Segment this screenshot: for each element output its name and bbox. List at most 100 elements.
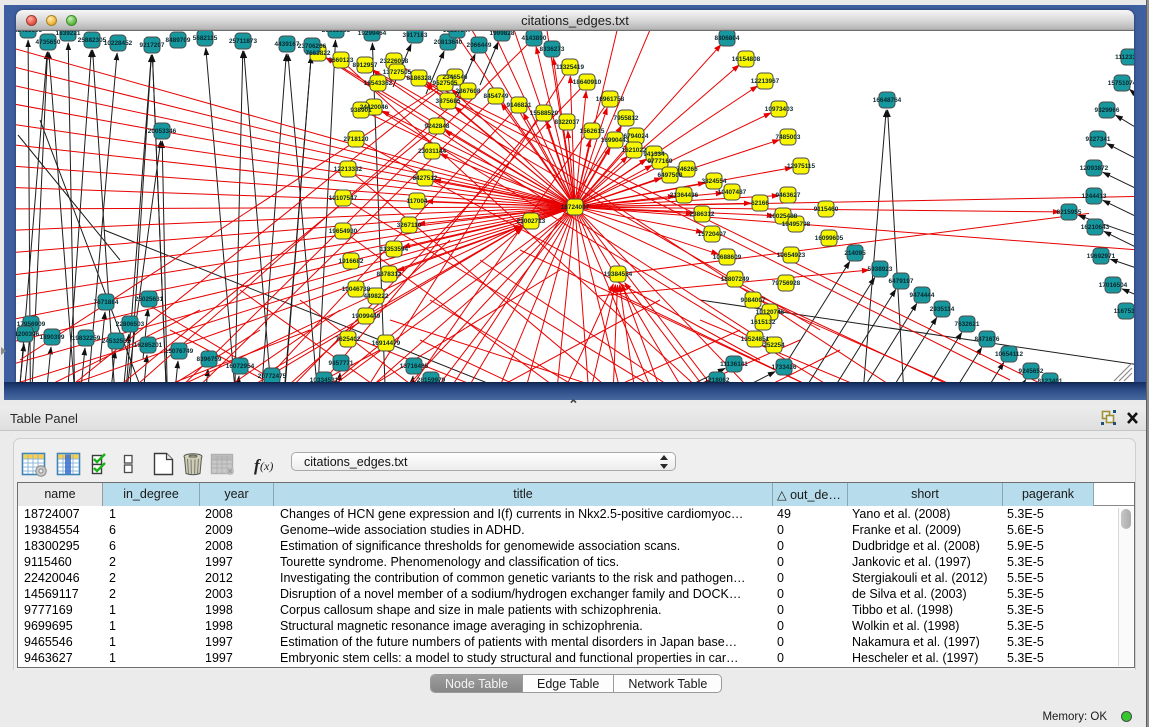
svg-text:16914479: 16914479 <box>372 340 401 347</box>
svg-text:4439167: 4439167 <box>275 41 300 48</box>
svg-text:7625402: 7625402 <box>336 336 361 343</box>
svg-text:1244413: 1244413 <box>1082 193 1107 200</box>
svg-text:79756928: 79756928 <box>772 280 801 287</box>
svg-text:7955812: 7955812 <box>614 115 639 122</box>
svg-text:24532561: 24532561 <box>102 338 131 345</box>
svg-text:1890399: 1890399 <box>40 334 65 341</box>
svg-text:20053346: 20053346 <box>148 128 177 135</box>
svg-text:12213967: 12213967 <box>751 78 780 85</box>
svg-text:10120746: 10120746 <box>756 309 785 316</box>
svg-text:8396759: 8396759 <box>197 356 222 363</box>
svg-text:9857771: 9857771 <box>329 360 354 367</box>
svg-text:6497508: 6497508 <box>658 172 683 179</box>
svg-text:15751074: 15751074 <box>1108 80 1134 87</box>
svg-text:25852685: 25852685 <box>322 31 351 34</box>
svg-text:8471676: 8471676 <box>975 336 1000 343</box>
svg-text:20772475: 20772475 <box>258 373 287 380</box>
svg-text:28159979: 28159979 <box>417 377 446 382</box>
svg-text:8123401: 8123401 <box>1038 378 1063 382</box>
svg-text:10334531: 10334531 <box>310 377 339 382</box>
svg-text:9146821: 9146821 <box>507 102 532 109</box>
svg-text:6479197: 6479197 <box>889 278 914 285</box>
svg-text:8336273: 8336273 <box>540 46 565 53</box>
svg-text:12213332: 12213332 <box>334 166 363 173</box>
svg-text:3917183: 3917183 <box>403 32 428 39</box>
svg-text:11136141: 11136141 <box>720 361 748 368</box>
svg-text:17016504: 17016504 <box>1099 282 1128 289</box>
svg-text:3660123: 3660123 <box>329 57 354 64</box>
svg-text:19384554: 19384554 <box>604 271 633 278</box>
svg-text:21200396: 21200396 <box>16 331 40 338</box>
svg-text:25025631: 25025631 <box>135 296 164 303</box>
svg-text:8806804: 8806804 <box>715 35 740 42</box>
svg-text:(x): (x) <box>260 459 273 473</box>
svg-text:2935114: 2935114 <box>930 306 955 313</box>
svg-text:9474444: 9474444 <box>910 292 935 299</box>
svg-text:1218062: 1218062 <box>705 377 730 382</box>
svg-text:2386312: 2386312 <box>690 211 715 218</box>
svg-text:16072954: 16072954 <box>226 363 255 370</box>
svg-text:4143890: 4143890 <box>522 35 547 42</box>
svg-text:4735650: 4735650 <box>36 39 61 46</box>
svg-text:19654923: 19654923 <box>777 252 806 259</box>
svg-text:3824554: 3824554 <box>702 178 727 185</box>
svg-text:16648764: 16648764 <box>873 97 902 104</box>
svg-text:19832259: 19832259 <box>72 335 101 342</box>
svg-text:19285201: 19285201 <box>134 342 163 349</box>
svg-text:3875685: 3875685 <box>436 98 461 105</box>
svg-text:941334: 941334 <box>643 151 665 158</box>
svg-text:8186328: 8186328 <box>407 75 432 82</box>
svg-text:7485003: 7485003 <box>776 134 801 141</box>
svg-text:938901: 938901 <box>350 107 372 114</box>
svg-text:10025488: 10025488 <box>769 213 798 220</box>
svg-text:9527505: 9527505 <box>433 80 458 87</box>
svg-text:11325419: 11325419 <box>556 64 585 71</box>
svg-text:12093872: 12093872 <box>1080 165 1109 172</box>
svg-text:19299464: 19299464 <box>358 31 387 37</box>
svg-text:9217207: 9217207 <box>140 42 165 49</box>
svg-text:6794024: 6794024 <box>624 133 649 140</box>
svg-text:16961758: 16961758 <box>596 96 625 103</box>
svg-text:18724007: 18724007 <box>561 204 590 211</box>
svg-text:5938923: 5938923 <box>868 266 893 273</box>
svg-text:8878312: 8878312 <box>377 271 402 278</box>
svg-text:21364436: 21364436 <box>670 192 699 199</box>
svg-text:15588520: 15588520 <box>530 110 559 117</box>
svg-text:4498222: 4498222 <box>364 293 389 300</box>
svg-text:23226058: 23226058 <box>380 58 409 65</box>
svg-text:19654930: 19654930 <box>329 228 358 235</box>
svg-text:214095: 214095 <box>844 250 866 257</box>
svg-text:10228452: 10228452 <box>104 40 133 47</box>
svg-text:23002713: 23002713 <box>517 218 546 225</box>
svg-text:15720407: 15720407 <box>698 231 727 238</box>
svg-text:8427512: 8427512 <box>413 175 438 182</box>
svg-text:2066449: 2066449 <box>467 42 492 49</box>
svg-text:10654112: 10654112 <box>995 351 1024 358</box>
svg-text:16210643: 16210643 <box>1081 224 1110 231</box>
svg-text:252254: 252254 <box>763 342 785 349</box>
svg-text:8215955: 8215955 <box>1057 209 1082 216</box>
svg-text:9227341: 9227341 <box>1086 136 1111 143</box>
svg-text:23706266: 23706266 <box>298 43 327 50</box>
svg-text:8489709: 8489709 <box>166 37 191 44</box>
svg-text:1562615: 1562615 <box>580 128 605 135</box>
svg-text:15157347: 15157347 <box>443 31 472 34</box>
svg-text:15076749: 15076749 <box>165 348 194 355</box>
svg-text:25711873: 25711873 <box>229 38 258 45</box>
svg-text:9329966: 9329966 <box>1095 107 1120 114</box>
svg-text:5682115: 5682115 <box>193 35 218 42</box>
svg-text:3267110: 3267110 <box>397 222 422 229</box>
svg-text:16543362: 16543362 <box>364 80 393 87</box>
svg-text:10407487: 10407487 <box>718 189 747 196</box>
svg-text:62166: 62166 <box>751 200 769 207</box>
svg-text:10688609: 10688609 <box>713 254 742 261</box>
svg-text:19692971: 19692971 <box>1087 253 1116 260</box>
svg-text:117004: 117004 <box>407 198 428 205</box>
svg-text:8912957: 8912957 <box>353 62 378 69</box>
svg-text:8322037: 8322037 <box>555 119 580 126</box>
svg-text:9084007: 9084007 <box>741 297 766 304</box>
svg-text:22455603: 22455603 <box>16 31 43 34</box>
svg-text:18807249: 18807249 <box>721 276 750 283</box>
svg-text:1615132: 1615132 <box>751 319 776 326</box>
svg-text:9245652: 9245652 <box>1019 368 1044 375</box>
